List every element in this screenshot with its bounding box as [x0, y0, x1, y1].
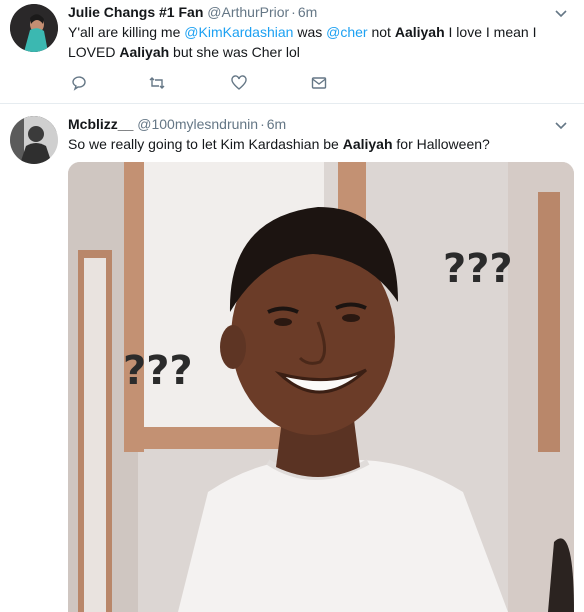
text-segment: not	[367, 24, 395, 40]
text-segment: was	[293, 24, 327, 40]
tweet-actions	[68, 74, 358, 94]
tweet-text: So we really going to let Kim Kardashian…	[68, 134, 578, 154]
tweet-media-image[interactable]: ??? ???	[68, 162, 574, 612]
mention-link[interactable]: @KimKardashian	[184, 24, 293, 40]
tweet-header: Mcblizz__ @100mylesndrunin · 6m	[68, 116, 286, 132]
avatar[interactable]	[10, 4, 58, 52]
retweet-icon[interactable]	[148, 74, 166, 92]
separator-dot: ·	[260, 116, 265, 132]
avatar[interactable]	[10, 116, 58, 164]
timestamp[interactable]: 6m	[267, 116, 286, 132]
highlighted-term: Aaliyah	[342, 136, 393, 152]
highlighted-term: Aaliyah	[119, 44, 170, 60]
text-segment: for Halloween?	[392, 136, 490, 152]
display-name[interactable]: Julie Changs #1 Fan	[68, 4, 203, 20]
meme-illustration: ??? ???	[68, 162, 574, 612]
like-icon[interactable]	[230, 74, 248, 92]
user-handle[interactable]: @100mylesndrunin	[137, 116, 258, 132]
tweet[interactable]: Mcblizz__ @100mylesndrunin · 6m So we real…	[0, 104, 584, 612]
text-segment: but she was Cher lol	[169, 44, 300, 60]
text-segment: So we really going to let Kim Kardashian…	[68, 136, 343, 152]
highlighted-term: Aaliyah	[394, 24, 445, 40]
tweet-header: Julie Changs #1 Fan @ArthurPrior · 6m	[68, 4, 317, 20]
tweet-feed: Julie Changs #1 Fan @ArthurPrior · 6m Y'al…	[0, 0, 584, 612]
tweet-text: Y'all are killing me @KimKardashian was …	[68, 22, 578, 62]
tweet[interactable]: Julie Changs #1 Fan @ArthurPrior · 6m Y'al…	[0, 0, 584, 104]
text-segment: Y'all are killing me	[68, 24, 185, 40]
timestamp[interactable]: 6m	[298, 4, 317, 20]
display-name[interactable]: Mcblizz__	[68, 116, 133, 132]
question-marks-right: ???	[443, 246, 513, 292]
chevron-down-icon[interactable]	[554, 6, 568, 20]
separator-dot: ·	[291, 4, 296, 20]
chevron-down-icon[interactable]	[554, 118, 568, 132]
reply-icon[interactable]	[70, 74, 88, 92]
mention-link[interactable]: @cher	[326, 24, 367, 40]
question-marks-left: ???	[123, 348, 193, 394]
user-handle[interactable]: @ArthurPrior	[207, 4, 289, 20]
message-icon[interactable]	[310, 74, 328, 92]
